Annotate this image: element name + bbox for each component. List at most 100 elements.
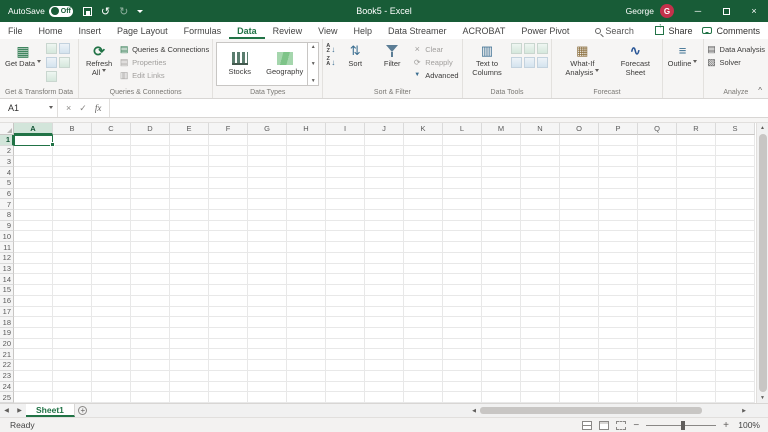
cell-K12[interactable] <box>404 253 443 264</box>
consolidate-icon[interactable] <box>524 57 535 68</box>
cell-E2[interactable] <box>170 146 209 157</box>
cell-A25[interactable] <box>14 392 53 403</box>
cell-P9[interactable] <box>599 221 638 232</box>
cell-P16[interactable] <box>599 296 638 307</box>
cell-N19[interactable] <box>521 328 560 339</box>
cell-N16[interactable] <box>521 296 560 307</box>
cell-F3[interactable] <box>209 156 248 167</box>
cell-F1[interactable] <box>209 135 248 146</box>
cell-I3[interactable] <box>326 156 365 167</box>
cell-M4[interactable] <box>482 167 521 178</box>
cell-N8[interactable] <box>521 210 560 221</box>
cell-B11[interactable] <box>53 242 92 253</box>
sort-button[interactable]: Sort <box>338 41 372 69</box>
cell-A24[interactable] <box>14 382 53 393</box>
cell-J12[interactable] <box>365 253 404 264</box>
cell-P23[interactable] <box>599 371 638 382</box>
cell-E22[interactable] <box>170 360 209 371</box>
cell-J7[interactable] <box>365 199 404 210</box>
redo-icon[interactable]: ↻ <box>119 5 128 18</box>
cell-E18[interactable] <box>170 317 209 328</box>
cell-M6[interactable] <box>482 189 521 200</box>
column-header-L[interactable]: L <box>443 123 482 135</box>
cell-K5[interactable] <box>404 178 443 189</box>
row-header-17[interactable]: 17 <box>0 307 14 318</box>
cell-D25[interactable] <box>131 392 170 403</box>
tab-review[interactable]: Review <box>265 22 311 39</box>
vertical-scroll-thumb[interactable] <box>759 134 767 392</box>
cell-R12[interactable] <box>677 253 716 264</box>
cell-G23[interactable] <box>248 371 287 382</box>
cell-B8[interactable] <box>53 210 92 221</box>
cell-R19[interactable] <box>677 328 716 339</box>
cell-F2[interactable] <box>209 146 248 157</box>
cell-H18[interactable] <box>287 317 326 328</box>
cell-F9[interactable] <box>209 221 248 232</box>
cell-N20[interactable] <box>521 339 560 350</box>
cell-E19[interactable] <box>170 328 209 339</box>
cell-S11[interactable] <box>716 242 755 253</box>
cell-H14[interactable] <box>287 274 326 285</box>
cell-Q12[interactable] <box>638 253 677 264</box>
cell-B20[interactable] <box>53 339 92 350</box>
cell-A19[interactable] <box>14 328 53 339</box>
cell-Q11[interactable] <box>638 242 677 253</box>
row-header-19[interactable]: 19 <box>0 328 14 339</box>
cell-B25[interactable] <box>53 392 92 403</box>
cell-G2[interactable] <box>248 146 287 157</box>
refresh-all-button[interactable]: Refresh All <box>82 41 116 77</box>
advanced-filter-button[interactable]: Advanced <box>412 69 458 81</box>
close-button[interactable]: × <box>740 0 768 22</box>
cell-C25[interactable] <box>92 392 131 403</box>
what-if-analysis-button[interactable]: What-If Analysis <box>555 41 609 77</box>
cell-B4[interactable] <box>53 167 92 178</box>
column-header-R[interactable]: R <box>677 123 716 135</box>
row-header-16[interactable]: 16 <box>0 296 14 307</box>
cell-S2[interactable] <box>716 146 755 157</box>
cell-O17[interactable] <box>560 307 599 318</box>
cell-C19[interactable] <box>92 328 131 339</box>
tab-insert[interactable]: Insert <box>71 22 110 39</box>
tab-power-pivot[interactable]: Power Pivot <box>513 22 577 39</box>
filter-button[interactable]: Filter <box>375 41 409 69</box>
cell-D6[interactable] <box>131 189 170 200</box>
row-header-9[interactable]: 9 <box>0 221 14 232</box>
cell-G5[interactable] <box>248 178 287 189</box>
cell-C18[interactable] <box>92 317 131 328</box>
cell-Q10[interactable] <box>638 231 677 242</box>
cell-K2[interactable] <box>404 146 443 157</box>
cell-D13[interactable] <box>131 264 170 275</box>
cell-G21[interactable] <box>248 349 287 360</box>
cell-E15[interactable] <box>170 285 209 296</box>
cell-N1[interactable] <box>521 135 560 146</box>
cell-R3[interactable] <box>677 156 716 167</box>
cell-O3[interactable] <box>560 156 599 167</box>
scroll-up-icon[interactable]: ▲ <box>760 123 765 133</box>
autosave-switch[interactable]: Off <box>49 6 73 17</box>
cell-P18[interactable] <box>599 317 638 328</box>
cell-Q19[interactable] <box>638 328 677 339</box>
cell-R14[interactable] <box>677 274 716 285</box>
cell-N5[interactable] <box>521 178 560 189</box>
column-header-C[interactable]: C <box>92 123 131 135</box>
cell-M11[interactable] <box>482 242 521 253</box>
cell-E25[interactable] <box>170 392 209 403</box>
cell-S7[interactable] <box>716 199 755 210</box>
column-header-Q[interactable]: Q <box>638 123 677 135</box>
flash-fill-icon[interactable] <box>511 43 522 54</box>
cell-G8[interactable] <box>248 210 287 221</box>
cell-C12[interactable] <box>92 253 131 264</box>
reapply-button[interactable]: Reapply <box>412 56 458 68</box>
horizontal-scrollbar[interactable]: ◀ ▶ <box>468 404 768 417</box>
cell-I2[interactable] <box>326 146 365 157</box>
text-to-columns-button[interactable]: Text to Columns <box>466 41 509 77</box>
cell-E1[interactable] <box>170 135 209 146</box>
cell-P1[interactable] <box>599 135 638 146</box>
cell-G13[interactable] <box>248 264 287 275</box>
row-header-18[interactable]: 18 <box>0 317 14 328</box>
collapse-ribbon-icon[interactable]: ^ <box>758 86 762 95</box>
save-icon[interactable] <box>83 7 92 16</box>
cell-K14[interactable] <box>404 274 443 285</box>
cell-J20[interactable] <box>365 339 404 350</box>
cell-P11[interactable] <box>599 242 638 253</box>
